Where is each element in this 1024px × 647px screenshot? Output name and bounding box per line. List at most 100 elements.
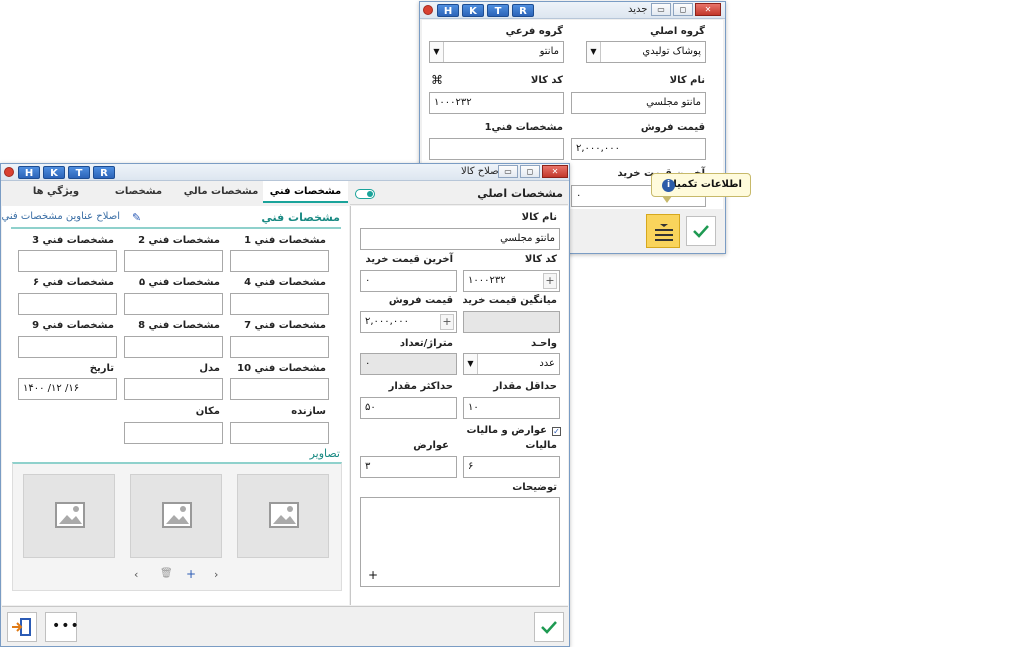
menu-lines-icon (655, 224, 673, 241)
confirm-button[interactable] (686, 216, 716, 246)
more-options-button[interactable]: ••• (45, 612, 80, 642)
r-button[interactable]: R (93, 166, 115, 179)
plus-icon[interactable]: + (440, 314, 454, 330)
images-title: تصاوير (309, 447, 340, 460)
last-purchase-label: آخرين قيمت خريد (365, 254, 453, 265)
tech-spec1-input[interactable] (429, 138, 564, 160)
unit-label: واحـد (530, 338, 557, 349)
tab-financial[interactable]: مشخصات مالي (181, 181, 261, 203)
main-group-select[interactable]: پوشاک توليدي ▼ (586, 41, 706, 63)
k-button[interactable]: K (43, 166, 65, 179)
minimize-icon[interactable]: ▭ (498, 165, 518, 178)
location-input[interactable] (124, 422, 223, 444)
trash-icon[interactable]: 🗑 (160, 568, 173, 579)
edit-spec-titles-link[interactable]: اصلاح عناوين مشخصات فني (2, 211, 120, 222)
spec6-label: مشخصات فني ۶ (32, 277, 114, 288)
sub-group-select[interactable]: مانتو ▼ (429, 41, 564, 63)
spec9-label: مشخصات فني 9 (32, 320, 114, 331)
min-qty-input[interactable]: ۱۰ (463, 397, 560, 419)
avg-purchase-input (463, 311, 560, 333)
spec7-input[interactable] (230, 336, 329, 358)
item-code-label: کد کالا (524, 254, 557, 265)
spec6-input[interactable] (18, 293, 117, 315)
tab-settings[interactable]: مشخصات تنظيمي (96, 181, 181, 219)
image-placeholder[interactable] (23, 474, 115, 558)
model-input[interactable] (124, 378, 223, 400)
spec5-input[interactable] (124, 293, 223, 315)
tab-tech-specs[interactable]: مشخصات فني (263, 181, 348, 203)
chevron-right-icon[interactable]: › (214, 568, 218, 581)
item-name-input[interactable]: مانتو مجلسي (360, 228, 560, 250)
spec10-input[interactable] (230, 378, 329, 400)
tech-specs-section-title: مشخصات فني (261, 211, 340, 224)
image-icon (55, 502, 85, 528)
spec4-label: مشخصات فني 4 (244, 277, 326, 288)
tab-features[interactable]: ويژگي ها (21, 181, 91, 203)
spec9-input[interactable] (18, 336, 117, 358)
t-button[interactable]: T (68, 166, 90, 179)
t-button[interactable]: T (487, 4, 509, 17)
plus-icon[interactable]: + (543, 273, 557, 289)
checkmark-icon (541, 621, 557, 634)
spec3-input[interactable] (18, 250, 117, 272)
barcode-icon[interactable]: ⌘ (431, 73, 443, 87)
tax-checkbox[interactable]: ✓ (552, 427, 561, 436)
spec1-label: مشخصات فني 1 (244, 235, 326, 246)
image-placeholder[interactable] (130, 474, 222, 558)
checkmark-icon (693, 225, 709, 238)
r-button[interactable]: R (512, 4, 534, 17)
h-button[interactable]: H (18, 166, 40, 179)
sale-price-input[interactable]: ۲,۰۰۰,۰۰۰ + (360, 311, 457, 333)
description-textarea[interactable]: + (360, 497, 560, 587)
tax-label: ماليات (525, 440, 557, 451)
date-input[interactable]: ۱۴۰۰ /۱۲ /۱۶ (18, 378, 117, 400)
unit-select[interactable]: عدد ▼ (463, 353, 560, 375)
spec4-input[interactable] (230, 293, 329, 315)
pencil-icon[interactable]: ✎ (132, 211, 141, 224)
spec1-input[interactable] (230, 250, 329, 272)
spec8-label: مشخصات فني 8 (138, 320, 220, 331)
chevron-left-icon[interactable]: ‹ (134, 568, 138, 581)
toggle-switch[interactable] (355, 189, 375, 199)
ellipsis-icon: ••• (52, 618, 80, 634)
window-dot-icon (423, 5, 433, 15)
window-dot-icon (4, 167, 14, 177)
add-image-icon[interactable]: + (186, 567, 196, 581)
max-qty-input[interactable]: ۵۰ (360, 397, 457, 419)
close-icon[interactable]: ✕ (695, 3, 721, 16)
manufacturer-input[interactable] (230, 422, 329, 444)
titlebar: H K T R جديد ▭ ◻ ✕ (420, 2, 725, 19)
sale-price-input[interactable]: ۲,۰۰۰,۰۰۰ (571, 138, 706, 160)
restore-icon[interactable]: ◻ (673, 3, 693, 16)
info-icon: i (662, 179, 675, 192)
restore-icon[interactable]: ◻ (520, 165, 540, 178)
sale-price-label: قيمت فروش (388, 295, 453, 306)
exit-button[interactable] (7, 612, 37, 642)
save-button[interactable] (534, 612, 564, 642)
h-button[interactable]: H (437, 4, 459, 17)
spec8-input[interactable] (124, 336, 223, 358)
image-placeholder[interactable] (237, 474, 329, 558)
sub-group-label: گروه فرعي (505, 26, 563, 37)
minimize-icon[interactable]: ▭ (651, 3, 671, 16)
spec2-label: مشخصات فني 2 (138, 235, 220, 246)
bottom-bar (2, 606, 568, 645)
window-title: جديد (628, 4, 648, 15)
avg-purchase-label: ميانگين قيمت خريد (462, 295, 557, 306)
close-icon[interactable]: ✕ (542, 165, 568, 178)
item-code-input[interactable]: ۱۰۰۰۲۳۲ + (463, 270, 560, 292)
more-info-tooltip: اطلاعات تکميلي i (651, 173, 751, 203)
item-name-input[interactable]: مانتو مجلسي (571, 92, 706, 114)
k-button[interactable]: K (462, 4, 484, 17)
item-code-input[interactable]: ۱۰۰۰۲۳۲ (429, 92, 564, 114)
spec2-input[interactable] (124, 250, 223, 272)
tax-input[interactable]: ۶ (463, 456, 560, 478)
plus-icon[interactable]: + (368, 568, 378, 582)
tooltip-arrow (662, 196, 672, 203)
spec3-label: مشخصات فني 3 (32, 235, 114, 246)
more-info-button[interactable] (646, 214, 680, 248)
duties-input[interactable]: ۳ (360, 456, 457, 478)
last-purchase-input[interactable]: ۰ (360, 270, 457, 292)
image-icon (162, 502, 192, 528)
duties-label: عوارض (413, 440, 449, 451)
